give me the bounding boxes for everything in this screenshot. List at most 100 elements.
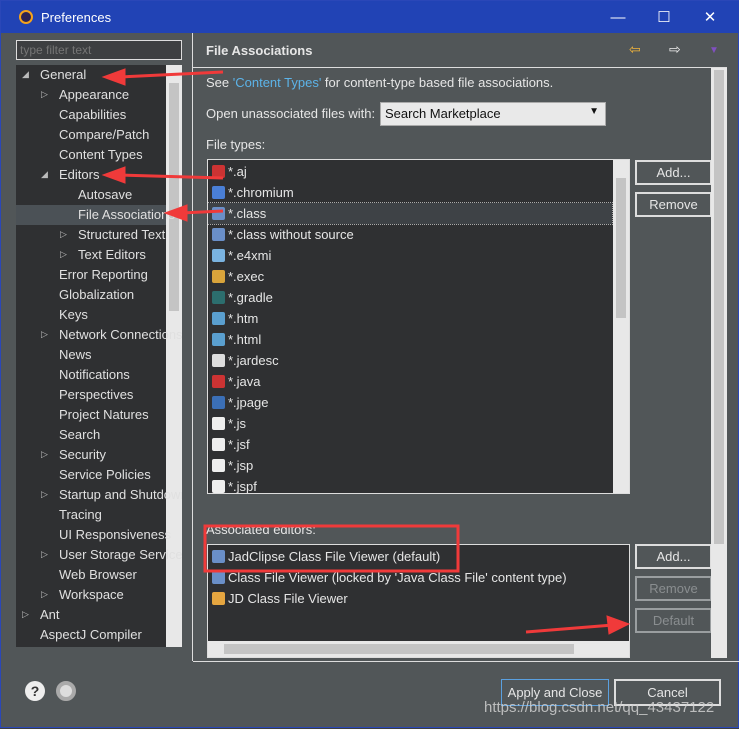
tree-item[interactable]: Capabilities — [59, 105, 126, 125]
editor-add-button[interactable]: Add... — [635, 544, 712, 569]
list-item[interactable]: *.jspf — [212, 476, 257, 493]
expand-icon[interactable]: ▷ — [22, 609, 29, 620]
tree-item[interactable]: Compare/Patch — [59, 125, 149, 145]
maximize-button[interactable]: ☐ — [641, 1, 687, 33]
tree-item[interactable]: Text Editors — [78, 245, 146, 265]
list-item[interactable]: *.chromium — [212, 182, 294, 203]
header-divider — [193, 67, 727, 68]
editor-remove-button[interactable]: Remove — [635, 576, 712, 601]
tree-item[interactable]: General — [40, 65, 86, 85]
expand-icon[interactable]: ▷ — [60, 249, 67, 260]
list-item[interactable]: *.class without source — [212, 224, 354, 245]
file-types-scrollbar[interactable] — [613, 160, 629, 493]
tree-item[interactable]: Notifications — [59, 365, 130, 385]
tree-item[interactable]: Startup and Shutdown — [59, 485, 182, 505]
editors-hscrollbar-thumb[interactable] — [224, 644, 574, 654]
tree-item[interactable]: Workspace — [59, 585, 124, 605]
list-item[interactable]: Class File Viewer (locked by 'Java Class… — [212, 567, 567, 588]
collapse-icon[interactable]: ◢ — [41, 169, 48, 180]
note-suffix: for content-type based file associations… — [321, 75, 554, 90]
file-icon — [212, 459, 225, 472]
file-icon — [212, 480, 225, 493]
tree-scrollbar-thumb[interactable] — [169, 83, 179, 311]
expand-icon[interactable]: ▷ — [41, 589, 48, 600]
file-icon — [212, 207, 225, 220]
filter-input[interactable] — [16, 40, 182, 60]
tree-item-label: UI Responsiveness — [59, 527, 171, 542]
tree-item[interactable]: Perspectives — [59, 385, 133, 405]
list-item[interactable]: *.jsp — [212, 455, 253, 476]
tree-item[interactable]: Ant — [40, 605, 60, 625]
list-item[interactable]: *.class — [208, 202, 613, 225]
list-item[interactable]: *.js — [212, 413, 246, 434]
forward-arrow-icon[interactable]: ⇨ — [669, 41, 681, 58]
close-button[interactable]: ✕ — [687, 1, 733, 33]
minimize-button[interactable]: — — [595, 1, 641, 33]
file-icon — [212, 291, 225, 304]
list-item[interactable]: *.gradle — [212, 287, 273, 308]
expand-icon[interactable]: ▷ — [41, 489, 48, 500]
tree-item[interactable]: AspectJ Compiler — [40, 625, 142, 645]
list-item[interactable]: *.java — [212, 371, 261, 392]
collapse-icon[interactable]: ◢ — [22, 69, 29, 80]
tree-item[interactable]: Error Reporting — [59, 265, 148, 285]
record-macro-icon[interactable] — [56, 681, 76, 701]
open-unassociated-label: Open unassociated files with: — [206, 106, 376, 121]
file-type-add-button[interactable]: Add... — [635, 160, 712, 185]
content-types-link[interactable]: 'Content Types' — [233, 75, 322, 90]
tree-item[interactable]: Tracing — [59, 505, 102, 525]
file-types-list[interactable]: *.aj *.chromium *.class *.class without sou… — [207, 159, 630, 494]
open-unassociated-select[interactable]: Search Marketplace ▼ — [380, 102, 606, 126]
tree-item[interactable]: Service Policies — [59, 465, 151, 485]
sash[interactable] — [192, 33, 193, 661]
tree-item-label: AspectJ Compiler — [40, 627, 142, 642]
tree-item[interactable]: News — [59, 345, 92, 365]
tree-item[interactable]: Keys — [59, 305, 88, 325]
help-icon[interactable]: ? — [25, 681, 45, 701]
title-bar: Preferences — ☐ ✕ — [1, 1, 739, 33]
list-item[interactable]: *.jsf — [212, 434, 250, 455]
tree-item[interactable]: Network Connections — [59, 325, 182, 345]
tree-item[interactable]: Search — [59, 425, 100, 445]
list-item[interactable]: *.html — [212, 329, 261, 350]
list-item[interactable]: *.aj — [212, 161, 247, 182]
expand-icon[interactable]: ▷ — [41, 549, 48, 560]
list-item[interactable]: *.e4xmi — [212, 245, 271, 266]
expand-icon[interactable]: ▷ — [41, 329, 48, 340]
editor-default-button[interactable]: Default — [635, 608, 712, 633]
tree-item[interactable]: Editors — [59, 165, 99, 185]
file-icon — [212, 186, 225, 199]
list-item[interactable]: *.htm — [212, 308, 258, 329]
tree-item[interactable]: File Associations — [16, 205, 175, 225]
tree-item-label: User Storage Service — [59, 547, 182, 562]
list-item-label: *.chromium — [228, 185, 294, 200]
list-item[interactable]: *.exec — [212, 266, 264, 287]
list-item[interactable]: JD Class File Viewer — [212, 588, 348, 609]
tree-item[interactable]: User Storage Service — [59, 545, 182, 565]
tree-item[interactable]: Content Types — [59, 145, 143, 165]
editors-hscrollbar[interactable] — [208, 641, 629, 657]
back-arrow-icon[interactable]: ⇦ — [629, 41, 641, 58]
tree-item[interactable]: Security — [59, 445, 106, 465]
tree-item[interactable]: Web Browser — [59, 565, 137, 585]
tree-item[interactable]: Globalization — [59, 285, 134, 305]
list-item[interactable]: *.jardesc — [212, 350, 279, 371]
tree-item[interactable]: Structured Text — [78, 225, 165, 245]
expand-icon[interactable]: ▷ — [41, 89, 48, 100]
list-item-label: *.jsp — [228, 458, 254, 473]
list-item[interactable]: JadClipse Class File Viewer (default) — [212, 546, 440, 567]
list-item[interactable]: *.jpage — [212, 392, 268, 413]
page-scrollbar[interactable] — [711, 68, 727, 658]
file-types-scrollbar-thumb[interactable] — [616, 178, 626, 318]
tree-item[interactable]: Project Natures — [59, 405, 149, 425]
page-scrollbar-thumb[interactable] — [714, 70, 724, 544]
tree-item[interactable]: UI Responsiveness — [59, 525, 171, 545]
view-menu-icon[interactable]: ▼ — [709, 45, 719, 56]
list-item-label: JD Class File Viewer — [228, 591, 348, 606]
expand-icon[interactable]: ▷ — [41, 449, 48, 460]
tree-item[interactable]: Appearance — [59, 85, 129, 105]
file-type-remove-button[interactable]: Remove — [635, 192, 712, 217]
associated-editors-list[interactable]: JadClipse Class File Viewer (default) Cla… — [207, 544, 630, 658]
tree-item[interactable]: Autosave — [78, 185, 132, 205]
expand-icon[interactable]: ▷ — [60, 229, 67, 240]
